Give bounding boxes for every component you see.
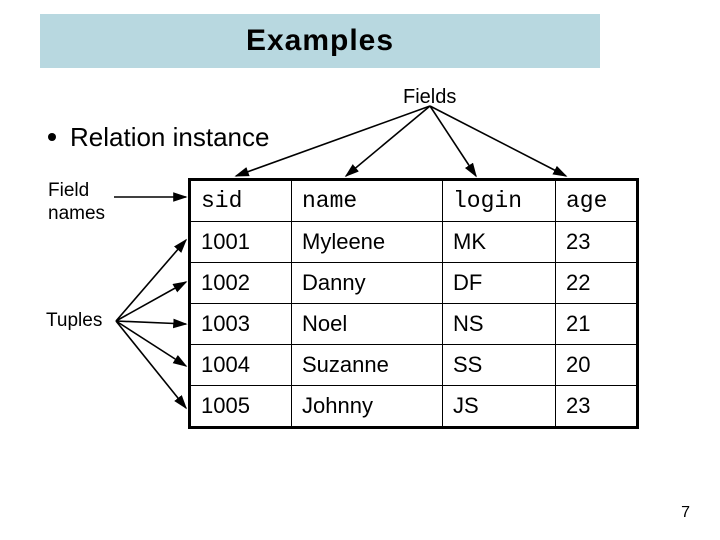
page-title: Examples [246,24,394,58]
table-row: 1005 Johnny JS 23 [190,386,638,428]
field-names-annotation-label: Field names [48,180,128,226]
cell-name: Suzanne [292,345,443,386]
cell-login: NS [443,304,556,345]
bullet-heading: Relation instance [48,122,269,153]
cell-name: Noel [292,304,443,345]
col-header-name: name [292,180,443,222]
table-row: 1001 Myleene MK 23 [190,222,638,263]
cell-login: MK [443,222,556,263]
cell-age: 23 [556,386,638,428]
table-row: 1004 Suzanne SS 20 [190,345,638,386]
table-header-row: sid name login age [190,180,638,222]
cell-login: JS [443,386,556,428]
cell-sid: 1002 [190,263,292,304]
cell-sid: 1001 [190,222,292,263]
cell-age: 20 [556,345,638,386]
cell-login: SS [443,345,556,386]
col-header-age: age [556,180,638,222]
tuples-arrows-icon [108,218,198,448]
title-bar: Examples [40,14,600,68]
cell-age: 21 [556,304,638,345]
cell-login: DF [443,263,556,304]
cell-name: Myleene [292,222,443,263]
page-number: 7 [681,504,690,522]
bullet-icon [48,133,56,141]
field-names-line2: names [48,203,105,224]
table-row: 1003 Noel NS 21 [190,304,638,345]
table-row: 1002 Danny DF 22 [190,263,638,304]
col-header-login: login [443,180,556,222]
cell-sid: 1003 [190,304,292,345]
cell-sid: 1004 [190,345,292,386]
fields-annotation-label: Fields [403,86,456,109]
cell-age: 23 [556,222,638,263]
field-names-line1: Field [48,180,89,201]
relation-table: sid name login age 1001 Myleene MK 23 10… [188,178,639,429]
cell-sid: 1005 [190,386,292,428]
cell-name: Danny [292,263,443,304]
tuples-annotation-label: Tuples [46,310,102,332]
cell-age: 22 [556,263,638,304]
col-header-sid: sid [190,180,292,222]
bullet-text: Relation instance [70,122,269,152]
cell-name: Johnny [292,386,443,428]
